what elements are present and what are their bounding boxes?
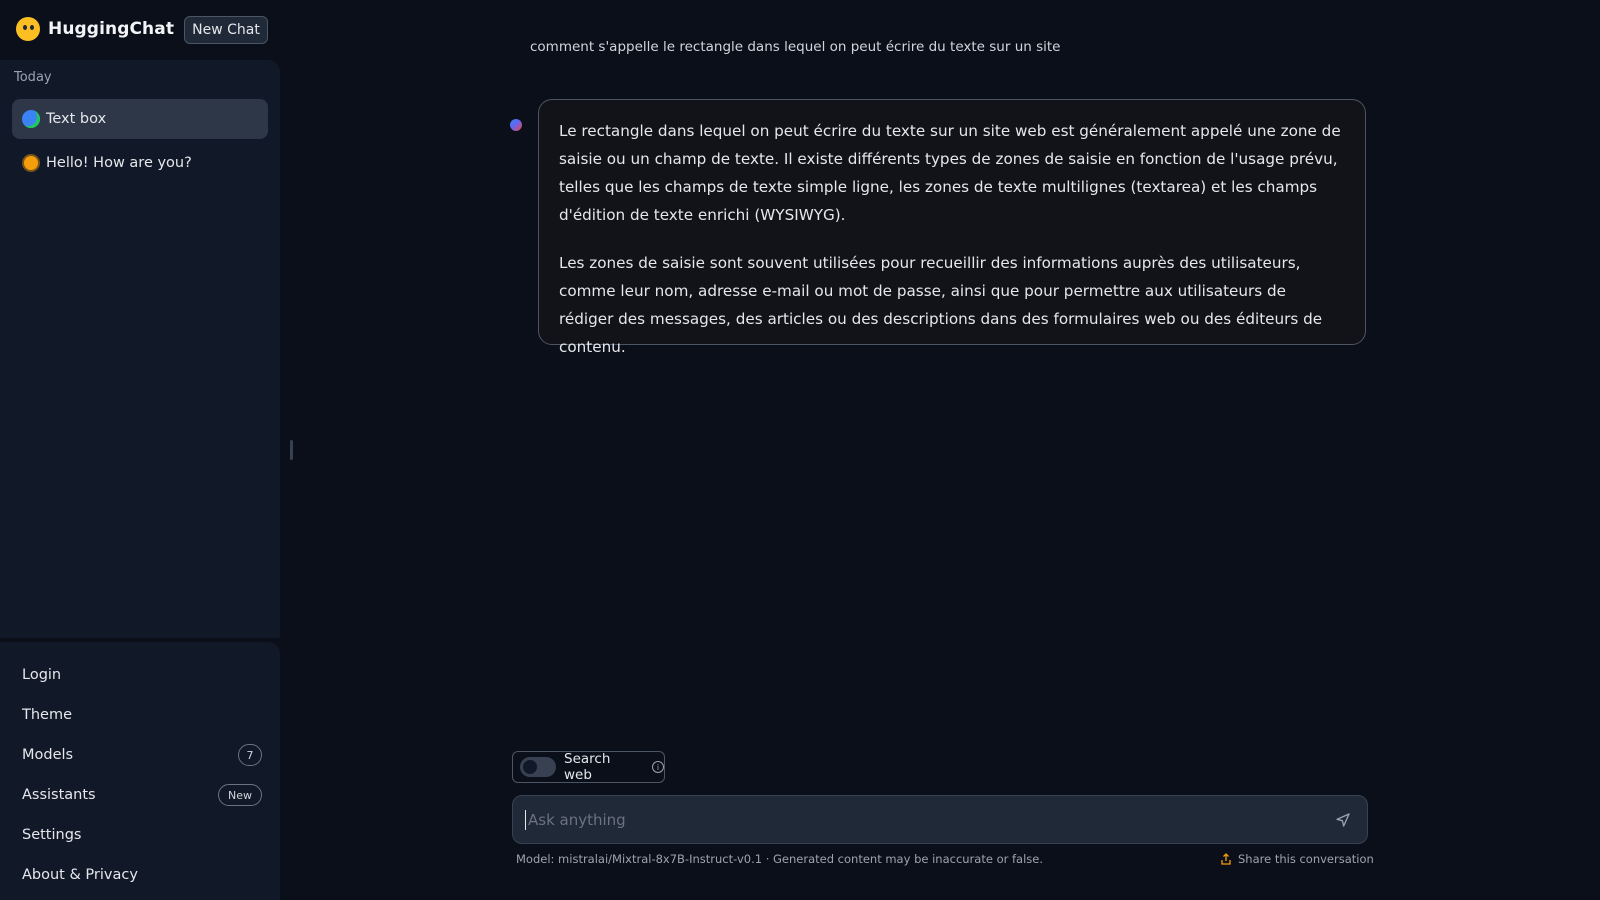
search-web-label: Search web — [564, 751, 611, 783]
conversation-label: Hello! How are you? — [46, 155, 192, 171]
about-label: About & Privacy — [22, 867, 138, 883]
models-count-badge: 7 — [238, 744, 262, 766]
info-icon[interactable]: i — [652, 761, 664, 773]
models-link[interactable]: Models 7 — [22, 743, 262, 767]
share-icon — [1221, 853, 1231, 865]
login-link[interactable]: Login — [22, 663, 262, 687]
share-conversation-link[interactable]: Share this conversation — [1220, 852, 1374, 866]
assistants-link[interactable]: Assistants New — [22, 783, 262, 807]
chat-input-container — [512, 795, 1368, 844]
model-info-text: Model: mistralai/Mixtral-8x7B-Instruct-v… — [516, 852, 1044, 866]
settings-label: Settings — [22, 827, 82, 843]
conversation-item-text-box[interactable]: Text box — [12, 99, 268, 139]
huggingchat-logo-icon — [16, 17, 40, 41]
assistant-message: Le rectangle dans lequel on peut écrire … — [538, 99, 1366, 356]
new-chat-button[interactable]: New Chat — [184, 16, 268, 44]
theme-toggle[interactable]: Theme — [22, 703, 262, 727]
section-label-today: Today — [14, 70, 52, 85]
theme-label: Theme — [22, 707, 73, 723]
assistant-paragraph: Le rectangle dans lequel on peut écrire … — [559, 122, 1341, 224]
share-label: Share this conversation — [1238, 852, 1374, 866]
login-label: Login — [22, 667, 62, 683]
brand[interactable]: HuggingChat — [16, 17, 174, 41]
conversation-list-panel: Today Text box Hello! How are you? — [0, 60, 280, 638]
sidebar-footer-menu: Login Theme Models 7 Assistants New Sett… — [0, 642, 280, 900]
user-message: comment s'appelle le rectangle dans lequ… — [530, 39, 1061, 55]
brand-name: HuggingChat — [48, 19, 175, 39]
globe-icon — [22, 110, 40, 128]
models-label: Models — [22, 747, 74, 763]
conversation-item-hello[interactable]: Hello! How are you? — [12, 143, 268, 183]
conversation-label: Text box — [46, 111, 107, 127]
sidebar-resize-handle[interactable] — [290, 440, 293, 460]
settings-link[interactable]: Settings — [22, 823, 262, 847]
assistant-avatar-icon — [510, 119, 522, 131]
send-button[interactable] — [1331, 808, 1355, 832]
send-icon — [1336, 813, 1350, 827]
assistants-label: Assistants — [22, 787, 96, 803]
toggle-knob — [523, 760, 537, 774]
toggle-switch[interactable] — [520, 757, 556, 777]
search-web-toggle[interactable]: Search web i — [512, 751, 665, 783]
about-privacy-link[interactable]: About & Privacy — [22, 863, 262, 887]
assistants-new-badge: New — [218, 784, 262, 806]
sun-icon — [22, 154, 40, 172]
chat-input[interactable] — [525, 810, 1305, 830]
assistant-paragraph: Les zones de saisie sont souvent utilisé… — [559, 254, 1323, 356]
app-root: HuggingChat New Chat Today Text box Hell… — [0, 0, 1600, 900]
